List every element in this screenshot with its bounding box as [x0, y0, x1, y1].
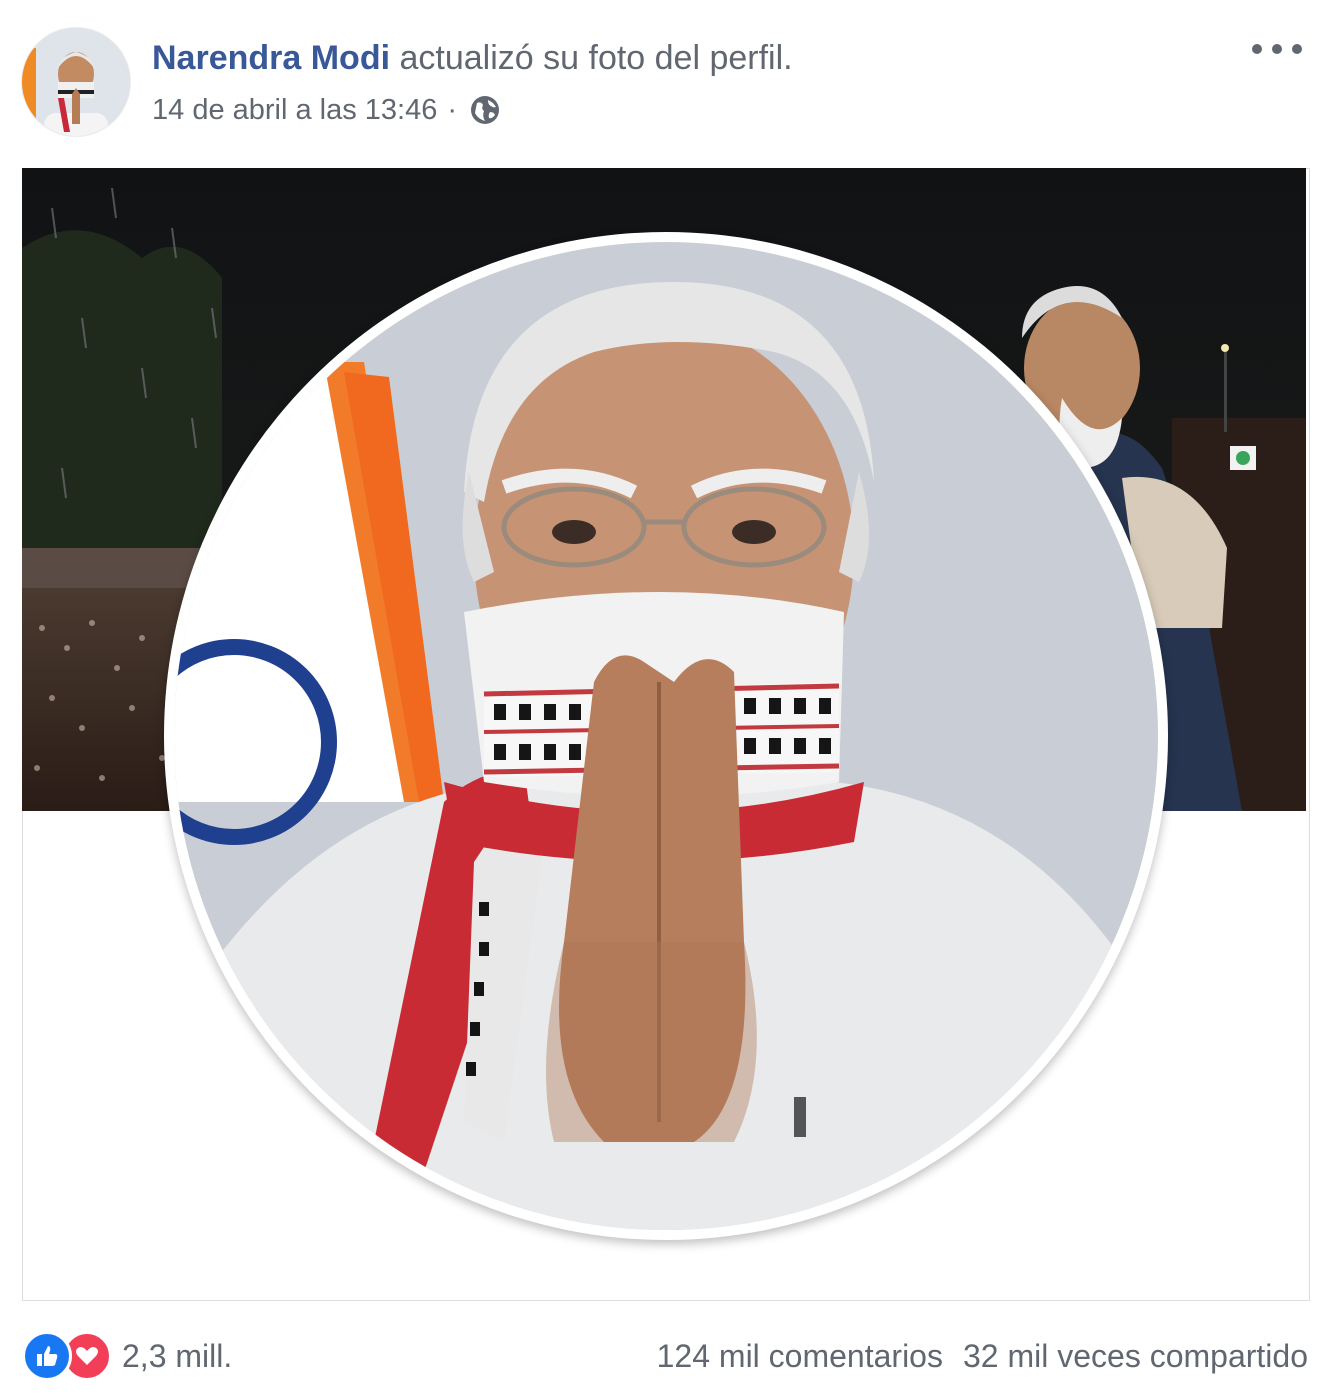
- avatar-image: [22, 28, 130, 136]
- globe-icon[interactable]: [469, 94, 501, 126]
- reactions-summary[interactable]: 2,3 mill.: [22, 1331, 232, 1381]
- reactions-count: 2,3 mill.: [122, 1337, 233, 1374]
- engagement-stats: 124 mil comentarios 32 mil veces compart…: [657, 1338, 1308, 1375]
- post-timestamp[interactable]: 14 de abril a las 13:46: [152, 90, 437, 130]
- more-options-icon[interactable]: [1252, 32, 1302, 66]
- post-action-text: actualizó su foto del perfil.: [399, 39, 793, 77]
- profile-image: [174, 242, 1158, 1230]
- shares-count-link[interactable]: 32 mil veces compartido: [963, 1338, 1308, 1375]
- more-dot: [1272, 44, 1282, 54]
- author-name-link[interactable]: Narendra Modi: [152, 39, 390, 77]
- comments-count-link[interactable]: 124 mil comentarios: [657, 1338, 943, 1375]
- more-dot: [1252, 44, 1262, 54]
- post-footer: 2,3 mill. 124 mil comentarios 32 mil vec…: [22, 1326, 1308, 1386]
- more-dot: [1292, 44, 1302, 54]
- author-avatar[interactable]: [22, 28, 130, 136]
- post-header: Narendra Modi actualizó su foto del perf…: [152, 36, 793, 80]
- like-icon: [22, 1331, 72, 1381]
- post-meta: 14 de abril a las 13:46 ·: [152, 90, 501, 130]
- profile-photo[interactable]: [174, 242, 1158, 1230]
- meta-separator: ·: [447, 94, 458, 126]
